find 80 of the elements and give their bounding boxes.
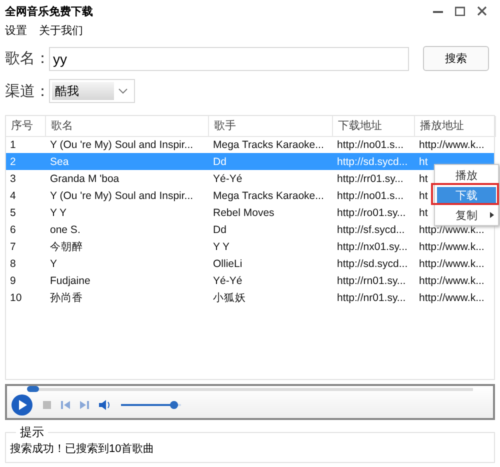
hint-title: 提示: [19, 424, 45, 441]
channel-dropdown[interactable]: 酷我: [49, 79, 135, 103]
table-row[interactable]: 8 Y OllieLi http://sd.sycd... http://www.k...: [6, 255, 494, 272]
song-name-label: 歌名：: [5, 49, 49, 68]
table-cell: Granda M 'boa: [50, 172, 120, 184]
table-cell: http://sd.sycd...: [337, 156, 408, 168]
maximize-icon[interactable]: [455, 6, 465, 16]
table-cell: Yé-Yé: [213, 274, 242, 286]
table-cell: 孙尚香: [50, 290, 83, 304]
table-cell: Y (Ou 're My) Soul and Inspir...: [50, 138, 194, 150]
table-cell: http://nr01.sy...: [337, 292, 406, 304]
menu-item[interactable]: 播放: [437, 167, 496, 183]
table-cell: 小狐妖: [213, 290, 246, 304]
table-row[interactable]: 1 Y (Ou 're My) Soul and Inspir... Mega Tracks Karaoke... http://no01.s... http://www.k...: [6, 136, 494, 153]
table-cell: Y: [50, 258, 58, 270]
table-cell: Dd: [213, 224, 226, 236]
table-cell: http://rr01.sy...: [337, 172, 404, 184]
table-cell: http://rn01.sy...: [337, 274, 406, 286]
table-cell: 1: [10, 138, 16, 150]
table-cell: http://www.k...: [419, 224, 484, 236]
table-cell: 5: [10, 206, 16, 218]
table-cell: 2: [10, 156, 16, 168]
table-cell: 3: [10, 172, 16, 184]
table-cell: http://nx01.sy...: [337, 240, 408, 252]
table-cell: http://www.k...: [419, 292, 484, 304]
table-row[interactable]: 7 今朝醉 Y Y http://nx01.sy... http://www.k...: [6, 238, 494, 255]
column-header[interactable]: 下载地址: [333, 116, 415, 136]
highlight-frame: [431, 183, 499, 205]
table-cell: http://www.k...: [419, 138, 484, 150]
table-cell: Fudjaine: [50, 274, 90, 286]
table-cell: Yé-Yé: [213, 172, 242, 184]
play-icon[interactable]: [11, 394, 33, 416]
column-header[interactable]: 序号: [6, 116, 46, 136]
table-cell: ht: [419, 172, 428, 184]
table-cell: ht: [419, 206, 428, 218]
table-row[interactable]: 10 孙尚香 小狐妖 http://nr01.sy... http://www.k...: [6, 289, 494, 306]
table-cell: Y (Ou 're My) Soul and Inspir...: [50, 190, 194, 202]
table-cell: OllieLi: [213, 258, 242, 270]
column-header[interactable]: 播放地址: [415, 116, 496, 136]
table-cell: Mega Tracks Karaoke...: [213, 190, 324, 202]
close-icon[interactable]: [477, 6, 487, 16]
table-cell: Y Y: [50, 206, 67, 218]
table-cell: http://www.k...: [419, 240, 484, 252]
table-cell: Y Y: [213, 240, 230, 252]
column-header[interactable]: 歌手: [209, 116, 333, 136]
table-cell: http://no01.s...: [337, 138, 404, 150]
column-header[interactable]: 歌名: [46, 116, 209, 136]
table-cell: 8: [10, 258, 16, 270]
table-cell: http://ro01.sy...: [337, 206, 406, 218]
channel-label: 渠道：: [5, 82, 49, 100]
table-row[interactable]: 6 one S. Dd http://sf.sycd... http://www.k...: [6, 221, 494, 238]
song-name-field[interactable]: yy: [49, 46, 409, 70]
menu-item[interactable]: 关于我们: [39, 22, 83, 38]
window-title: 全网音乐免费下载: [5, 4, 93, 18]
table-cell: 7: [10, 240, 16, 252]
table-cell: Mega Tracks Karaoke...: [213, 138, 324, 150]
table-row[interactable]: 9 Fudjaine Yé-Yé http://rn01.sy... http://www.k...: [6, 272, 494, 289]
table-cell: http://sf.sycd...: [337, 224, 405, 236]
speaker-icon[interactable]: [99, 400, 111, 410]
table-cell: 6: [10, 224, 16, 236]
table-cell: Sea: [50, 156, 69, 168]
table-cell: ht: [419, 156, 428, 168]
menu-item[interactable]: 复制: [437, 207, 496, 223]
table-cell: 10: [10, 292, 22, 304]
table-cell: Dd: [213, 156, 226, 168]
table-cell: Rebel Moves: [213, 206, 274, 218]
table-cell: one S.: [50, 224, 80, 236]
table-cell: ht: [419, 190, 428, 202]
table-cell: 9: [10, 274, 16, 286]
table-cell: http://www.k...: [419, 258, 484, 270]
table-cell: http://no01.s...: [337, 190, 404, 202]
status-message: 搜索成功！已搜索到10首歌曲: [10, 443, 154, 455]
table-cell: http://www.k...: [419, 274, 484, 286]
caret-icon: [118, 88, 128, 94]
table-cell: 4: [10, 190, 16, 202]
table-cell: http://sd.sycd...: [337, 258, 408, 270]
menu-item[interactable]: 设置: [5, 22, 27, 38]
search-button[interactable]: 搜索: [423, 46, 489, 71]
seek-thumb[interactable]: [27, 386, 39, 392]
table-cell: 今朝醉: [50, 240, 83, 254]
